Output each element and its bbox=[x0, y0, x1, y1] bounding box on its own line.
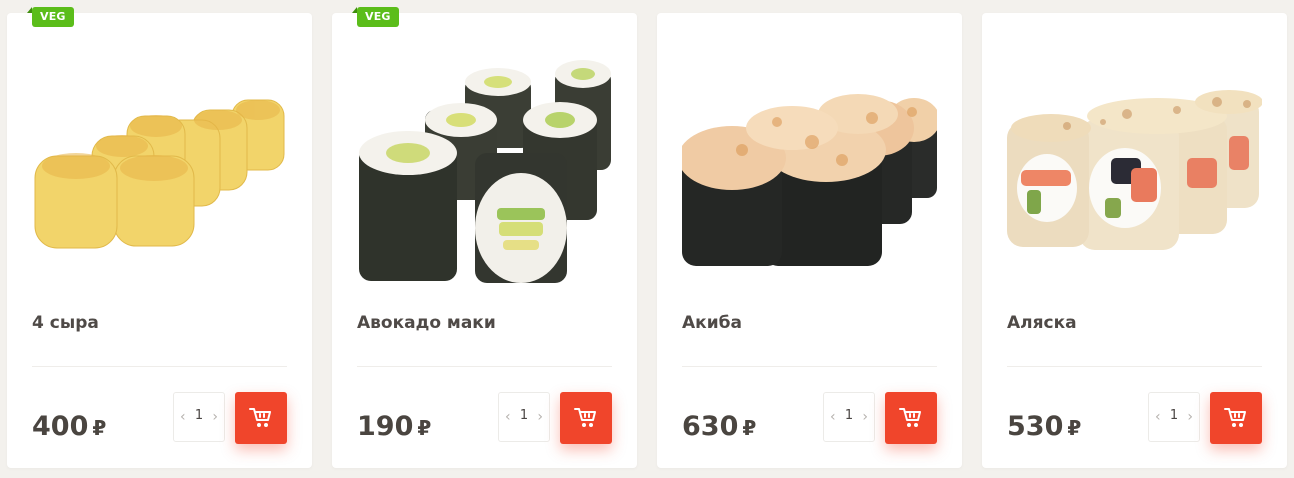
product-card[interactable]: Аляска 530 ₽ ‹ 1 › bbox=[982, 13, 1287, 468]
increment-icon[interactable]: › bbox=[212, 409, 218, 425]
currency-symbol: ₽ bbox=[742, 416, 757, 440]
currency-symbol: ₽ bbox=[417, 416, 432, 440]
price-value: 630 bbox=[682, 411, 739, 442]
product-price: 400 ₽ bbox=[32, 411, 106, 442]
cart-icon bbox=[899, 408, 921, 427]
quantity-stepper[interactable]: ‹ 1 › bbox=[1148, 392, 1200, 442]
product-title[interactable]: Авокадо маки bbox=[357, 313, 496, 333]
product-image[interactable] bbox=[1007, 58, 1262, 283]
price-value: 530 bbox=[1007, 411, 1064, 442]
add-to-cart-button[interactable] bbox=[560, 392, 612, 444]
divider bbox=[357, 366, 612, 367]
increment-icon[interactable]: › bbox=[537, 409, 543, 425]
increment-icon[interactable]: › bbox=[862, 409, 868, 425]
veg-badge: VEG bbox=[352, 7, 399, 27]
price-value: 400 bbox=[32, 411, 89, 442]
product-price: 190 ₽ bbox=[357, 411, 431, 442]
quantity-stepper[interactable]: ‹ 1 › bbox=[823, 392, 875, 442]
product-image[interactable] bbox=[357, 58, 612, 283]
product-image[interactable] bbox=[32, 58, 287, 283]
product-price: 530 ₽ bbox=[1007, 411, 1081, 442]
divider bbox=[32, 366, 287, 367]
alaska-roll-photo bbox=[1007, 90, 1262, 250]
product-title[interactable]: Аляска bbox=[1007, 313, 1077, 333]
add-to-cart-button[interactable] bbox=[235, 392, 287, 444]
product-title[interactable]: 4 сыра bbox=[32, 313, 99, 333]
baked-roll-photo bbox=[682, 94, 937, 266]
veg-badge: VEG bbox=[27, 7, 74, 27]
product-image[interactable] bbox=[682, 58, 937, 283]
quantity-stepper[interactable]: ‹ 1 › bbox=[173, 392, 225, 442]
product-grid: VEG 4 сыра 400 ₽ ‹ 1 › VEG Авокадо маки … bbox=[0, 0, 1294, 478]
product-card[interactable]: VEG bbox=[332, 7, 637, 468]
cart-icon bbox=[249, 408, 271, 427]
product-title[interactable]: Акиба bbox=[682, 313, 742, 333]
divider bbox=[682, 366, 937, 367]
product-card[interactable]: Акиба 630 ₽ ‹ 1 › bbox=[657, 13, 962, 468]
add-to-cart-button[interactable] bbox=[1210, 392, 1262, 444]
product-card[interactable]: VEG bbox=[7, 7, 312, 468]
add-to-cart-button[interactable] bbox=[885, 392, 937, 444]
cart-icon bbox=[574, 408, 596, 427]
quantity-stepper[interactable]: ‹ 1 › bbox=[498, 392, 550, 442]
price-value: 190 bbox=[357, 411, 414, 442]
cart-icon bbox=[1224, 408, 1246, 427]
avocado-maki-photo bbox=[359, 60, 611, 283]
divider bbox=[1007, 366, 1262, 367]
currency-symbol: ₽ bbox=[1067, 416, 1082, 440]
product-price: 630 ₽ bbox=[682, 411, 756, 442]
cheese-roll-photo bbox=[34, 99, 285, 249]
currency-symbol: ₽ bbox=[92, 416, 107, 440]
increment-icon[interactable]: › bbox=[1187, 409, 1193, 425]
